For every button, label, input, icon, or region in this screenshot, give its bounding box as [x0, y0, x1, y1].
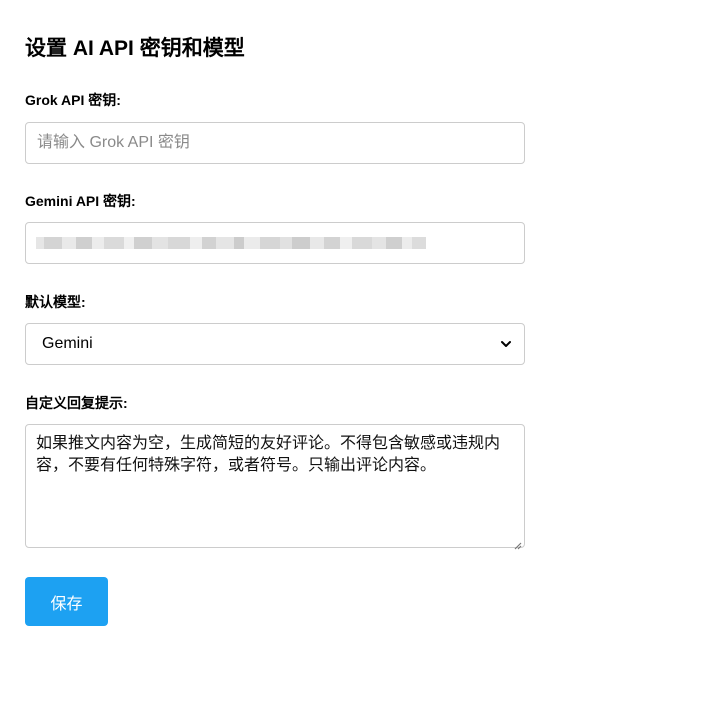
- save-button[interactable]: 保存: [25, 577, 108, 626]
- custom-prompt-label: 自定义回复提示:: [25, 395, 128, 411]
- grok-api-key-label: Grok API 密钥:: [25, 92, 121, 108]
- chevron-down-icon: [500, 338, 512, 350]
- settings-page: 设置 AI API 密钥和模型 Grok API 密钥: Gemini API …: [0, 0, 711, 702]
- grok-api-key-input[interactable]: [25, 122, 525, 164]
- page-title: 设置 AI API 密钥和模型: [25, 37, 245, 60]
- custom-prompt-wrapper: [25, 424, 525, 550]
- gemini-api-key-input[interactable]: [25, 222, 525, 264]
- default-model-label: 默认模型:: [25, 294, 86, 310]
- blurred-key-value: [36, 235, 436, 251]
- gemini-api-key-label: Gemini API 密钥:: [25, 193, 136, 209]
- resize-handle-icon[interactable]: [513, 537, 522, 550]
- selected-model-value: Gemini: [42, 335, 93, 352]
- custom-prompt-textarea[interactable]: [25, 424, 525, 548]
- default-model-select[interactable]: Gemini: [25, 323, 525, 365]
